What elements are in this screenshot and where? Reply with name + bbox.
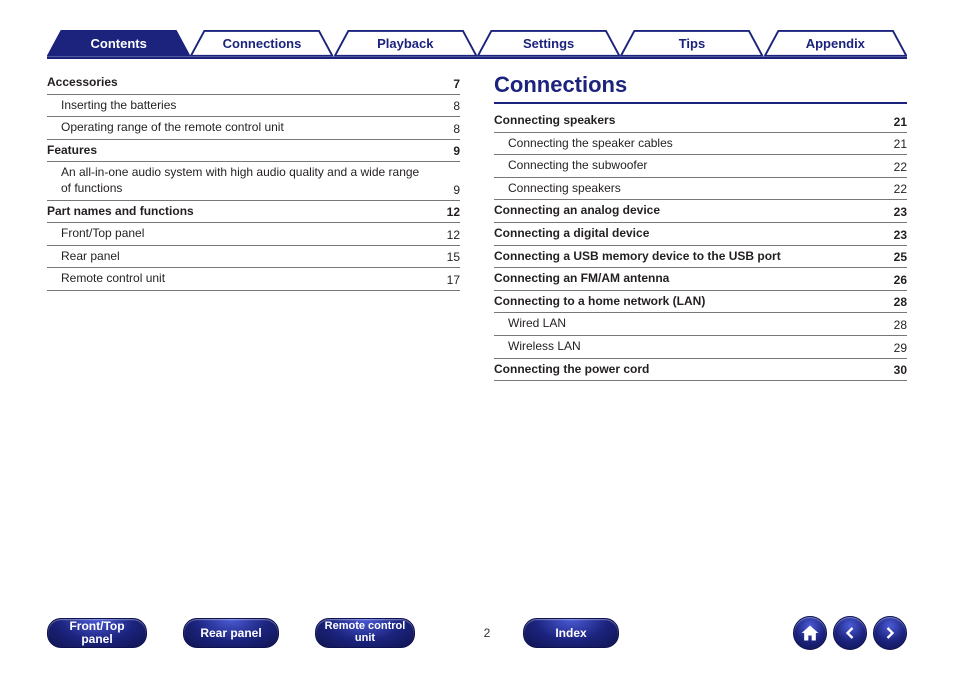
toc-page: 8 bbox=[436, 99, 460, 113]
toc-label: Connecting an FM/AM antenna bbox=[494, 271, 883, 287]
home-button[interactable] bbox=[793, 616, 827, 650]
section-title-connections: Connections bbox=[494, 72, 907, 98]
toc-item[interactable]: Inserting the batteries8 bbox=[47, 95, 460, 118]
toc-heading[interactable]: Connecting speakers21 bbox=[494, 110, 907, 133]
toc-page: 9 bbox=[436, 183, 460, 197]
tab-settings[interactable]: Settings bbox=[477, 30, 620, 58]
arrow-right-icon bbox=[880, 623, 900, 643]
index-button[interactable]: Index bbox=[523, 618, 619, 648]
toc-page: 15 bbox=[436, 250, 460, 264]
tab-playback[interactable]: Playback bbox=[334, 30, 477, 58]
toc-item[interactable]: An all-in-one audio system with high aud… bbox=[47, 162, 460, 200]
toc-page: 17 bbox=[436, 273, 460, 287]
tab-underline bbox=[47, 57, 907, 59]
footer-bar: Front/Top panel Rear panel Remote contro… bbox=[47, 615, 907, 651]
toc-item[interactable]: Wireless LAN29 bbox=[494, 336, 907, 359]
toc-label: Connecting the subwoofer bbox=[508, 158, 883, 174]
prev-button[interactable] bbox=[833, 616, 867, 650]
toc-item[interactable]: Operating range of the remote control un… bbox=[47, 117, 460, 140]
left-column: Accessories7Inserting the batteries8Oper… bbox=[47, 72, 460, 593]
toc-label: Connecting the speaker cables bbox=[508, 136, 883, 152]
page-number: 2 bbox=[467, 626, 507, 640]
toc-item[interactable]: Connecting the subwoofer22 bbox=[494, 155, 907, 178]
toc-label: Connecting to a home network (LAN) bbox=[494, 294, 883, 310]
toc-label: An all-in-one audio system with high aud… bbox=[61, 165, 436, 196]
tab-label: Connections bbox=[223, 36, 302, 51]
toc-label: Rear panel bbox=[61, 249, 436, 265]
toc-page: 23 bbox=[883, 205, 907, 219]
toc-page: 30 bbox=[883, 363, 907, 377]
tab-label: Contents bbox=[90, 36, 146, 51]
toc-item[interactable]: Connecting speakers22 bbox=[494, 178, 907, 201]
next-button[interactable] bbox=[873, 616, 907, 650]
toc-heading[interactable]: Connecting a digital device23 bbox=[494, 223, 907, 246]
toc-page: 23 bbox=[883, 228, 907, 242]
toc-label: Operating range of the remote control un… bbox=[61, 120, 436, 136]
toc-label: Part names and functions bbox=[47, 204, 436, 220]
toc-page: 28 bbox=[883, 295, 907, 309]
toc-item[interactable]: Front/Top panel12 bbox=[47, 223, 460, 246]
toc-page: 7 bbox=[436, 77, 460, 91]
toc-page: 29 bbox=[883, 341, 907, 355]
tab-appendix[interactable]: Appendix bbox=[764, 30, 907, 58]
home-icon bbox=[800, 623, 820, 643]
toc-label: Connecting a USB memory device to the US… bbox=[494, 249, 883, 265]
toc-page: 21 bbox=[883, 115, 907, 129]
tab-label: Settings bbox=[523, 36, 574, 51]
toc-label: Connecting speakers bbox=[508, 181, 883, 197]
toc-label: Connecting an analog device bbox=[494, 203, 883, 219]
toc-item[interactable]: Rear panel15 bbox=[47, 246, 460, 269]
toc-heading[interactable]: Connecting to a home network (LAN)28 bbox=[494, 291, 907, 314]
toc-page: 12 bbox=[436, 205, 460, 219]
arrow-left-icon bbox=[840, 623, 860, 643]
remote-control-unit-button[interactable]: Remote control unit bbox=[315, 618, 415, 648]
front-top-panel-button[interactable]: Front/Top panel bbox=[47, 618, 147, 648]
toc-label: Inserting the batteries bbox=[61, 98, 436, 114]
toc-page: 12 bbox=[436, 228, 460, 242]
content-columns: Accessories7Inserting the batteries8Oper… bbox=[47, 72, 907, 593]
toc-page: 28 bbox=[883, 318, 907, 332]
toc-label: Wired LAN bbox=[508, 316, 883, 332]
toc-page: 9 bbox=[436, 144, 460, 158]
toc-label: Remote control unit bbox=[61, 271, 436, 287]
toc-label: Accessories bbox=[47, 75, 436, 91]
rear-panel-button[interactable]: Rear panel bbox=[183, 618, 279, 648]
toc-page: 25 bbox=[883, 250, 907, 264]
toc-heading[interactable]: Features9 bbox=[47, 140, 460, 163]
toc-page: 21 bbox=[883, 137, 907, 151]
section-rule bbox=[494, 102, 907, 104]
toc-heading[interactable]: Connecting an analog device23 bbox=[494, 200, 907, 223]
toc-label: Connecting speakers bbox=[494, 113, 883, 129]
toc-label: Wireless LAN bbox=[508, 339, 883, 355]
toc-label: Connecting the power cord bbox=[494, 362, 883, 378]
toc-label: Connecting a digital device bbox=[494, 226, 883, 242]
right-column: ConnectionsConnecting speakers21Connecti… bbox=[494, 72, 907, 593]
toc-page: 26 bbox=[883, 273, 907, 287]
tab-label: Playback bbox=[377, 36, 433, 51]
toc-heading[interactable]: Connecting the power cord30 bbox=[494, 359, 907, 382]
tab-connections[interactable]: Connections bbox=[190, 30, 333, 58]
toc-page: 22 bbox=[883, 160, 907, 174]
toc-heading[interactable]: Connecting an FM/AM antenna26 bbox=[494, 268, 907, 291]
tab-label: Tips bbox=[679, 36, 706, 51]
toc-heading[interactable]: Part names and functions12 bbox=[47, 201, 460, 224]
tab-tips[interactable]: Tips bbox=[620, 30, 763, 58]
toc-page: 22 bbox=[883, 182, 907, 196]
toc-label: Features bbox=[47, 143, 436, 159]
toc-item[interactable]: Connecting the speaker cables21 bbox=[494, 133, 907, 156]
toc-label: Front/Top panel bbox=[61, 226, 436, 242]
toc-page: 8 bbox=[436, 122, 460, 136]
tab-label: Appendix bbox=[806, 36, 865, 51]
top-tabs: Contents Connections Playback Settings Tips A… bbox=[47, 30, 907, 60]
toc-heading[interactable]: Accessories7 bbox=[47, 72, 460, 95]
toc-item[interactable]: Remote control unit17 bbox=[47, 268, 460, 291]
toc-heading[interactable]: Connecting a USB memory device to the US… bbox=[494, 246, 907, 269]
tab-contents[interactable]: Contents bbox=[47, 30, 190, 58]
toc-item[interactable]: Wired LAN28 bbox=[494, 313, 907, 336]
